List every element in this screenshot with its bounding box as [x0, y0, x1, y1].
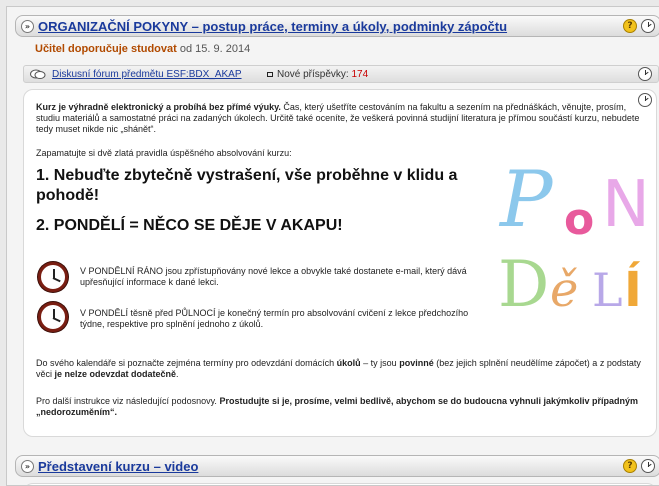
- section-title-video-link[interactable]: Představení kurzu – video: [38, 458, 198, 475]
- pondeli-letter-n: N: [602, 168, 650, 242]
- new-posts-label: Nové příspěvky:: [277, 69, 349, 80]
- new-posts-number: 174: [351, 69, 369, 80]
- alarm-clock-icon-midnight: [38, 302, 68, 332]
- section-title-link[interactable]: ORGANIZAČNÍ POKYNY – postup práce, termi…: [38, 18, 507, 35]
- info-icon[interactable]: ?: [623, 19, 637, 33]
- further-text-a: Pro další instrukce viz následující podo…: [36, 396, 220, 406]
- pondeli-letter-l: L: [592, 263, 623, 316]
- pondeli-letter-i: Í: [624, 261, 642, 316]
- pondeli-letter-o: o: [564, 194, 594, 245]
- further-instructions: Pro další instrukce viz následující podo…: [36, 396, 650, 418]
- recommend-date: od 15. 9. 2014: [179, 43, 251, 55]
- teacher-recommendation: Učitel doporučuje studovat od 15. 9. 201…: [35, 43, 250, 55]
- course-outline-panel: » ORGANIZAČNÍ POKYNY – postup práce, ter…: [6, 6, 659, 486]
- pondeli-decorative-image: P o N D ě L Í: [498, 156, 650, 316]
- forum-history-clock-icon[interactable]: [638, 67, 652, 81]
- forum-link[interactable]: Diskusní fórum předmětu ESF:BDX_AKAP: [52, 68, 242, 81]
- intro-bold: Kurz je výhradně elektronický a probíhá …: [36, 102, 281, 112]
- info-icon-video[interactable]: ?: [623, 459, 637, 473]
- forum-row: Diskusní fórum předmětu ESF:BDX_AKAP Nov…: [23, 65, 659, 83]
- calendar-text-c: – ty jsou: [360, 358, 400, 368]
- rule-one-heading: 1. Nebuďte zbytečně vystrašení, vše prob…: [36, 167, 458, 204]
- pondeli-letter-d: D: [498, 248, 549, 316]
- pondeli-letter-p: P: [498, 156, 554, 245]
- calendar-paragraph: Do svého kalendáře si poznačte zejména t…: [36, 358, 650, 380]
- calendar-text-d: povinné: [399, 358, 434, 368]
- new-posts-icon: [267, 72, 273, 77]
- calendar-text-f: je nelze odevzdat dodatečně: [54, 369, 177, 379]
- recommend-label: Učitel doporučuje studovat: [35, 43, 177, 55]
- calendar-text-g: .: [176, 369, 179, 379]
- expand-arrow-icon[interactable]: »: [21, 20, 34, 33]
- pondeli-letter-e: ě: [550, 262, 578, 316]
- history-clock-icon-video[interactable]: [641, 459, 655, 473]
- monday-morning-text: V PONDĚLNÍ RÁNO jsou zpřístupňovány nové…: [80, 266, 467, 287]
- section-header-video: » Představení kurzu – video ?: [15, 455, 659, 477]
- intro-paragraph: Kurz je výhradně elektronický a probíhá …: [36, 102, 650, 135]
- section-content: Kurz je výhradně elektronický a probíhá …: [23, 89, 657, 437]
- history-clock-icon[interactable]: [641, 19, 655, 33]
- rule-two-heading: 2. PONDĚLÍ = NĚCO SE DĚJE V AKAPU!: [36, 217, 343, 234]
- calendar-text-b: úkolů: [336, 358, 361, 368]
- section-header-organizacni: » ORGANIZAČNÍ POKYNY – postup práce, ter…: [15, 15, 659, 37]
- alarm-clock-icon: [38, 262, 68, 292]
- new-posts-count: Nové příspěvky: 174: [277, 68, 368, 81]
- expand-arrow-icon-video[interactable]: »: [21, 460, 34, 473]
- chat-bubbles-icon: [30, 69, 46, 79]
- calendar-text-a: Do svého kalendáře si poznačte zejména t…: [36, 358, 337, 368]
- monday-midnight-text: V PONDĚLÍ těsně před PŮLNOCÍ je konečný …: [80, 308, 469, 329]
